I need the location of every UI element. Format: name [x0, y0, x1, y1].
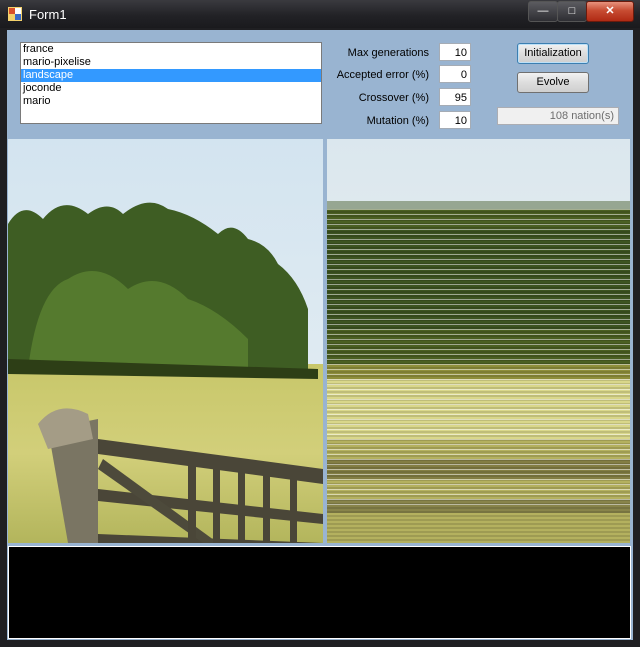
- close-button[interactable]: ✕: [586, 1, 634, 22]
- minimize-button[interactable]: —: [528, 1, 558, 22]
- list-item[interactable]: joconde: [21, 82, 321, 95]
- source-image: [8, 139, 323, 543]
- list-item[interactable]: mario: [21, 95, 321, 108]
- list-item[interactable]: france: [21, 43, 321, 56]
- maximize-button[interactable]: □: [557, 1, 587, 22]
- mutation-input[interactable]: 10: [439, 111, 471, 129]
- nations-status-field: 108 nation(s): [497, 107, 619, 125]
- app-icon: [8, 7, 22, 21]
- output-console: [8, 546, 631, 639]
- client-area: france mario-pixelise landscape joconde …: [7, 30, 633, 640]
- list-item[interactable]: mario-pixelise: [21, 56, 321, 69]
- max-generations-label: Max generations: [347, 47, 429, 59]
- initialization-button[interactable]: Initialization: [517, 43, 589, 64]
- crossover-label: Crossover (%): [358, 92, 429, 104]
- title-bar[interactable]: Form1 — □ ✕: [0, 0, 640, 28]
- evolved-image: [327, 139, 630, 543]
- crossover-input[interactable]: 95: [439, 88, 471, 106]
- window-title: Form1: [29, 7, 67, 22]
- max-generations-input[interactable]: 10: [439, 43, 471, 61]
- evolve-button[interactable]: Evolve: [517, 72, 589, 93]
- app-window: Form1 — □ ✕ france mario-pixelise landsc…: [0, 0, 640, 647]
- accepted-error-input[interactable]: 0: [439, 65, 471, 83]
- accepted-error-label: Accepted error (%): [336, 69, 429, 81]
- image-listbox[interactable]: france mario-pixelise landscape joconde …: [20, 42, 322, 124]
- list-item-selected[interactable]: landscape: [21, 69, 321, 82]
- mutation-label: Mutation (%): [366, 115, 429, 127]
